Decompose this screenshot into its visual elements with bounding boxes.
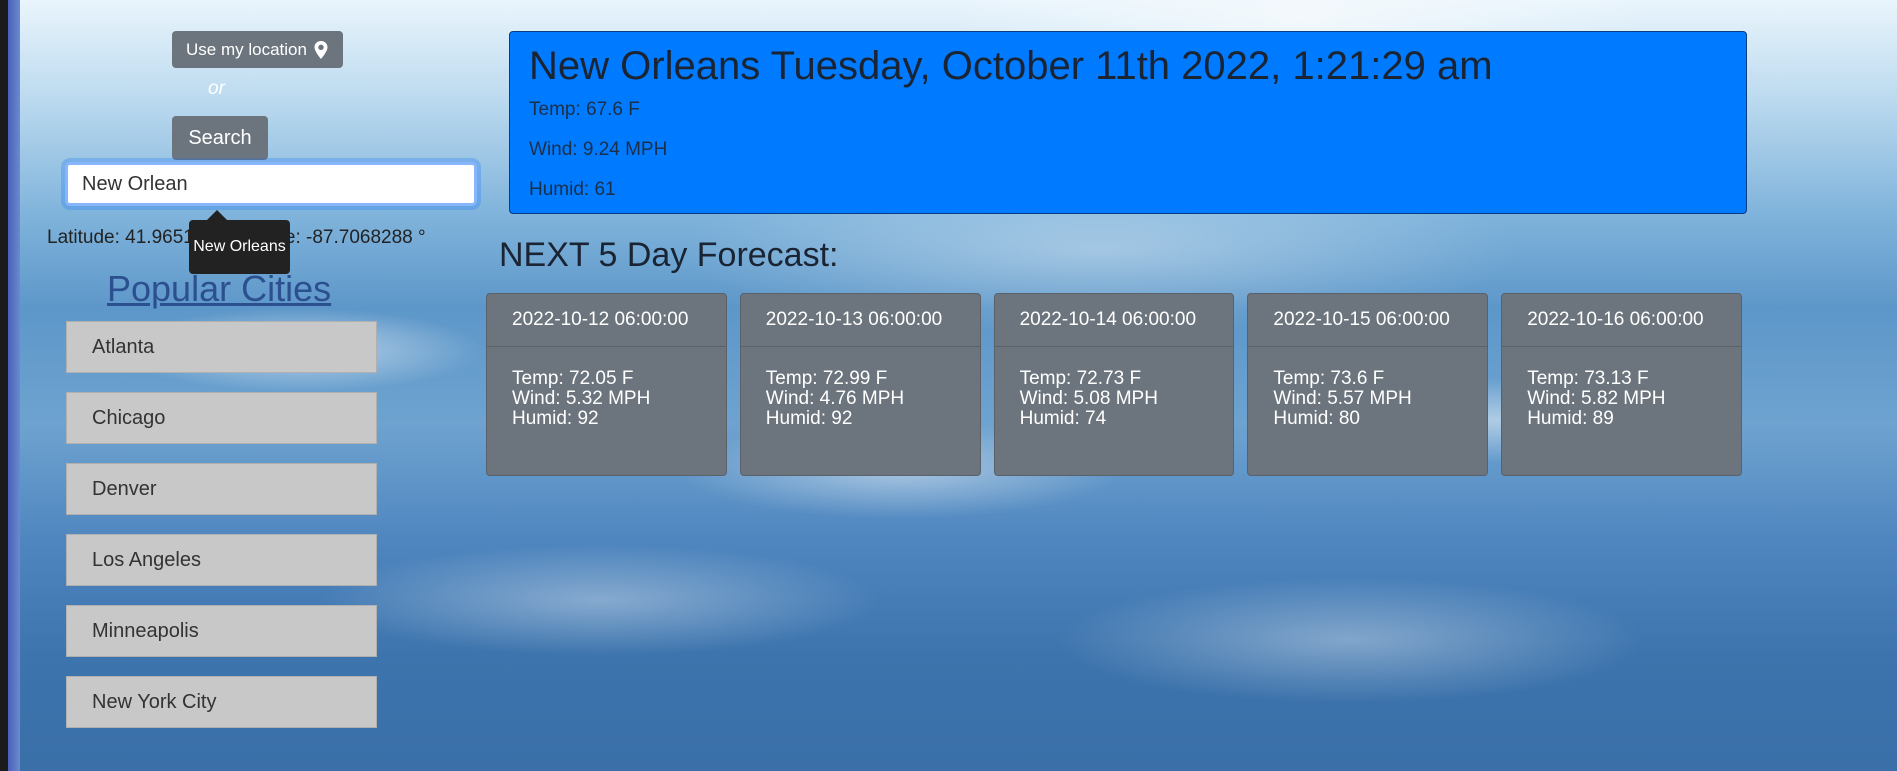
forecast-humid: Humid: 92 <box>512 408 599 429</box>
forecast-temp: Temp: 72.05 F <box>512 368 634 389</box>
forecast-humid: Humid: 80 <box>1273 408 1360 429</box>
popular-cities-title: Popular Cities <box>107 268 332 309</box>
current-wind: Wind: 9.24 MPH <box>529 139 668 160</box>
city-button-los-angeles[interactable]: Los Angeles <box>66 534 377 586</box>
city-search-value: New Orlean <box>82 172 188 195</box>
forecast-wind: Wind: 5.32 MPH <box>512 388 651 409</box>
window-edge-accent <box>8 0 20 771</box>
city-button-chicago[interactable]: Chicago <box>66 392 377 444</box>
forecast-card: 2022-10-12 06:00:00 Temp: 72.05 F Wind: … <box>486 293 727 476</box>
forecast-wind: Wind: 5.82 MPH <box>1527 388 1666 409</box>
forecast-card: 2022-10-15 06:00:00 Temp: 73.6 F Wind: 5… <box>1247 293 1489 476</box>
city-button-minneapolis[interactable]: Minneapolis <box>66 605 377 657</box>
city-button-atlanta[interactable]: Atlanta <box>66 321 377 373</box>
forecast-humid: Humid: 92 <box>765 408 853 429</box>
autocomplete-suggestion[interactable]: New Orleans <box>189 210 290 274</box>
forecast-humid: Humid: 74 <box>1019 408 1107 429</box>
forecast-title: NEXT 5 Day Forecast: <box>499 236 839 274</box>
forecast-date: 2022-10-15 06:00:00 <box>1248 294 1488 347</box>
window-edge <box>0 0 8 771</box>
current-weather-card: New Orleans Tuesday, October 11th 2022, … <box>509 31 1747 214</box>
or-label: or <box>208 78 225 99</box>
forecast-humid: Humid: 89 <box>1527 408 1614 429</box>
forecast-date: 2022-10-13 06:00:00 <box>740 294 980 347</box>
forecast-date: 2022-10-14 06:00:00 <box>994 294 1234 347</box>
city-button-denver[interactable]: Denver <box>66 463 377 515</box>
city-search-input[interactable]: New Orlean <box>65 162 477 206</box>
use-my-location-button[interactable]: Use my location <box>172 31 343 68</box>
forecast-card: 2022-10-13 06:00:00 Temp: 72.99 F Wind: … <box>739 293 981 476</box>
forecast-temp: Temp: 73.6 F <box>1273 368 1385 389</box>
forecast-temp: Temp: 72.99 F <box>765 368 888 389</box>
current-humid: Humid: 61 <box>529 179 616 200</box>
forecast-card: 2022-10-14 06:00:00 Temp: 72.73 F Wind: … <box>993 293 1235 476</box>
current-temp: Temp: 67.6 F <box>529 99 640 120</box>
map-pin-icon <box>314 40 328 59</box>
city-button-new-york-city[interactable]: New York City <box>66 676 377 728</box>
search-button[interactable]: Search <box>172 116 268 160</box>
forecast-date: 2022-10-12 06:00:00 <box>487 294 726 347</box>
forecast-temp: Temp: 72.73 F <box>1019 368 1142 389</box>
forecast-cards: 2022-10-12 06:00:00 Temp: 72.05 F Wind: … <box>486 293 1742 476</box>
forecast-wind: Wind: 5.57 MPH <box>1273 388 1412 409</box>
forecast-card: 2022-10-16 06:00:00 Temp: 73.13 F Wind: … <box>1501 293 1742 476</box>
forecast-temp: Temp: 73.13 F <box>1527 368 1649 389</box>
forecast-date: 2022-10-16 06:00:00 <box>1502 294 1741 347</box>
forecast-wind: Wind: 5.08 MPH <box>1019 388 1158 409</box>
use-my-location-label: Use my location <box>186 39 307 59</box>
popular-cities-list: Atlanta Chicago Denver Los Angeles Minne… <box>66 321 377 747</box>
forecast-wind: Wind: 4.76 MPH <box>765 388 905 409</box>
current-weather-title: New Orleans Tuesday, October 11th 2022, … <box>529 44 1493 88</box>
